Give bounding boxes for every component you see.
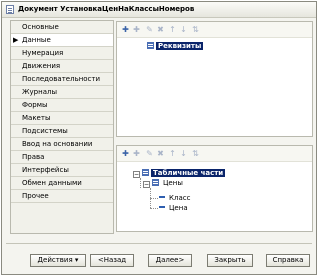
- tab-main[interactable]: Основные: [11, 21, 113, 34]
- attributes-panel: ✚ ✚ ✎ ✖ ↑ ↓ ⇅ Реквизиты: [116, 21, 313, 137]
- tab-label: Ввод на основании: [22, 140, 93, 148]
- tab-label: Последовательности: [22, 75, 101, 83]
- add-child-icon[interactable]: ✚: [132, 25, 141, 34]
- tab-label: Обмен данными: [22, 179, 82, 187]
- move-down-icon[interactable]: ↓: [179, 25, 188, 34]
- back-label: <Назад: [97, 256, 127, 264]
- next-label: Далее>: [155, 256, 185, 264]
- tabular-sections-panel: ✚ ✚ ✎ ✖ ↑ ↓ ⇅ − Табличные части − Цены Кла…: [116, 145, 313, 232]
- tab-numbering[interactable]: Нумерация: [11, 47, 113, 60]
- attributes-list-icon: [147, 42, 154, 49]
- tab-label: Данные: [22, 36, 51, 44]
- tab-label: Права: [22, 153, 45, 161]
- tree-connector: [150, 208, 158, 209]
- sort-icon[interactable]: ⇅: [191, 149, 200, 158]
- section-list: Основные ▶ Данные Нумерация Движения Посл…: [10, 20, 114, 234]
- tab-label: Движения: [22, 62, 61, 70]
- active-tab-arrow-icon: ▶: [13, 36, 19, 44]
- tab-journals[interactable]: Журналы: [11, 86, 113, 99]
- tab-data[interactable]: ▶ Данные: [11, 34, 113, 47]
- column-icon: [159, 196, 165, 198]
- tabular-toolbar: ✚ ✚ ✎ ✖ ↑ ↓ ⇅: [117, 146, 312, 162]
- sort-icon[interactable]: ⇅: [191, 25, 200, 34]
- tab-label: Журналы: [22, 88, 57, 96]
- actions-button[interactable]: Действия ▾: [30, 254, 86, 267]
- attributes-node-label: Реквизиты: [156, 42, 204, 50]
- help-button[interactable]: Справка: [266, 254, 310, 267]
- tab-label: Формы: [22, 101, 48, 109]
- tab-label: Интерфейсы: [22, 166, 69, 174]
- tabular-sections-icon: [142, 169, 149, 176]
- window-title: Документ УстановкаЦенНаКлассыНомеров: [18, 5, 195, 13]
- tab-templates[interactable]: Макеты: [11, 112, 113, 125]
- next-button[interactable]: Далее>: [148, 254, 192, 267]
- column-price-label: Цена: [169, 204, 188, 212]
- add-column-icon[interactable]: ✚: [132, 149, 141, 158]
- column-icon: [159, 206, 165, 208]
- move-up-icon[interactable]: ↑: [168, 149, 177, 158]
- table-icon: [152, 179, 159, 186]
- delete-icon[interactable]: ✖: [156, 25, 165, 34]
- tab-movements[interactable]: Движения: [11, 60, 113, 73]
- tab-input-on-basis[interactable]: Ввод на основании: [11, 138, 113, 151]
- column-class-label: Класс: [169, 194, 191, 202]
- tree-connector: [140, 178, 141, 188]
- close-label: Закрыть: [214, 256, 246, 264]
- add-table-icon[interactable]: ✚: [121, 149, 130, 158]
- collapse-icon[interactable]: −: [133, 171, 140, 178]
- close-button[interactable]: Закрыть: [207, 254, 253, 267]
- tab-other[interactable]: Прочее: [11, 190, 113, 203]
- title-bar: Документ УстановкаЦенНаКлассыНомеров: [2, 2, 316, 18]
- collapse-icon[interactable]: −: [143, 181, 150, 188]
- edit-icon[interactable]: ✎: [145, 25, 154, 34]
- tab-label: Нумерация: [22, 49, 64, 57]
- column-price-node[interactable]: Цена: [159, 204, 190, 213]
- move-up-icon[interactable]: ↑: [168, 25, 177, 34]
- tab-label: Подсистемы: [22, 127, 68, 135]
- document-icon: [6, 5, 14, 14]
- edit-icon[interactable]: ✎: [145, 149, 154, 158]
- tab-data-exchange[interactable]: Обмен данными: [11, 177, 113, 190]
- tabular-sections-node[interactable]: − Табличные части: [133, 169, 226, 178]
- add-attribute-icon[interactable]: ✚: [121, 25, 130, 34]
- footer-divider: [6, 243, 312, 244]
- tree-connector: [150, 198, 158, 199]
- tab-subsystems[interactable]: Подсистемы: [11, 125, 113, 138]
- tab-sequences[interactable]: Последовательности: [11, 73, 113, 86]
- tab-label: Макеты: [22, 114, 51, 122]
- column-class-node[interactable]: Класс: [159, 194, 192, 203]
- back-button[interactable]: <Назад: [90, 254, 134, 267]
- table-prices-node[interactable]: − Цены: [143, 179, 185, 188]
- delete-icon[interactable]: ✖: [156, 149, 165, 158]
- tab-label: Основные: [22, 23, 59, 31]
- tab-forms[interactable]: Формы: [11, 99, 113, 112]
- dropdown-arrow-icon: ▾: [74, 256, 79, 264]
- actions-label: Действия: [37, 256, 73, 264]
- designer-window: Документ УстановкаЦенНаКлассыНомеров Осн…: [1, 1, 317, 275]
- tabular-sections-label: Табличные части: [151, 169, 226, 177]
- tab-interfaces[interactable]: Интерфейсы: [11, 164, 113, 177]
- tab-rights[interactable]: Права: [11, 151, 113, 164]
- help-label: Справка: [272, 256, 304, 264]
- tab-label: Прочее: [22, 192, 49, 200]
- attributes-node[interactable]: Реквизиты: [147, 42, 204, 51]
- attributes-toolbar: ✚ ✚ ✎ ✖ ↑ ↓ ⇅: [117, 22, 312, 38]
- move-down-icon[interactable]: ↓: [179, 149, 188, 158]
- table-prices-label: Цены: [163, 179, 183, 187]
